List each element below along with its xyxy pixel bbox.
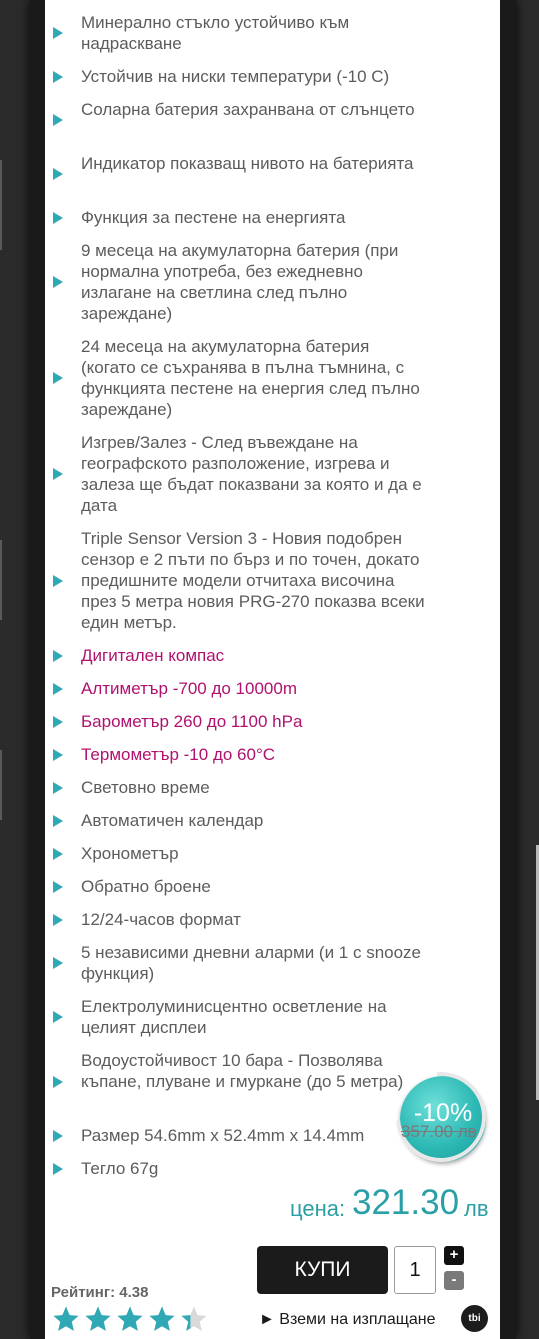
bullet-arrow-icon	[53, 715, 63, 728]
feature-text: Електролуминисцентно осветление на целия…	[81, 997, 387, 1037]
feature-text: 9 месеца на акумулаторна батерия (при но…	[81, 241, 399, 323]
feature-item: Изгрев/Залез - След въвеждане на географ…	[45, 432, 445, 516]
feature-text: 12/24-часов формат	[81, 910, 241, 929]
feature-item: Тегло 67g	[45, 1158, 445, 1179]
quantity-input[interactable]: 1	[394, 1246, 436, 1294]
feature-text: Обратно броене	[81, 877, 211, 896]
star-icon	[149, 1306, 175, 1331]
feature-text: Автоматичен календар	[81, 811, 264, 830]
star-icon	[85, 1306, 111, 1331]
quantity-plus-button[interactable]: +	[444, 1246, 464, 1265]
feature-text: Дигитален компас	[81, 646, 225, 665]
price-value: 321.30	[352, 1183, 460, 1222]
feature-item: Световно време	[45, 777, 445, 798]
price-currency: лв	[464, 1196, 489, 1221]
feature-text: Функция за пестене на енергията	[81, 208, 346, 227]
bullet-arrow-icon	[53, 682, 63, 695]
feature-item: Електролуминисцентно осветление на целия…	[45, 996, 445, 1038]
bullet-arrow-icon	[53, 574, 63, 587]
feature-text: Изгрев/Залез - След въвеждане на географ…	[81, 433, 422, 515]
star-icon	[53, 1306, 79, 1331]
tbi-logo[interactable]: tbi	[461, 1305, 488, 1332]
feature-text: Термометър -10 до 60°C	[81, 745, 276, 764]
star-icon	[117, 1306, 143, 1331]
bullet-arrow-icon	[53, 847, 63, 860]
feature-text: Triple Sensor Version 3 - Новия подобрен…	[81, 529, 425, 632]
feature-text: 24 месеца на акумулаторна батерия (когат…	[81, 337, 420, 419]
feature-item: Соларна батерия захранвана от слънцето	[45, 99, 445, 141]
bullet-arrow-icon	[53, 1011, 63, 1023]
feature-item: Функция за пестене на енергията	[45, 207, 445, 228]
feature-item: Минерално стъкло устойчиво към надрасква…	[45, 12, 445, 54]
feature-item: Хронометър	[45, 843, 445, 864]
feature-text: Размер 54.6mm x 52.4mm x 14.4mm	[81, 1126, 365, 1145]
feature-item: Обратно броене	[45, 876, 445, 897]
bullet-arrow-icon	[53, 880, 63, 893]
feature-item: Термометър -10 до 60°C	[45, 744, 445, 765]
feature-item: 5 независими дневни аларми (и 1 с snooze…	[45, 942, 445, 984]
price-label: цена:	[290, 1196, 346, 1221]
feature-text: Барометър 260 до 1100 hPa	[81, 712, 303, 731]
bullet-arrow-icon	[53, 1075, 63, 1088]
discount-badge: -10%	[377, 1053, 505, 1181]
feature-text: Соларна батерия захранвана от слънцето	[81, 100, 415, 119]
feature-item: Водоустойчивост 10 бара - Позволява къпа…	[45, 1050, 445, 1113]
bullet-arrow-icon	[53, 814, 63, 827]
feature-item: Алтиметър -700 до 10000m	[45, 678, 445, 699]
bullet-arrow-icon	[53, 70, 63, 83]
feature-item: 9 месеца на акумулаторна батерия (при но…	[45, 240, 445, 324]
feature-item: Барометър 260 до 1100 hPa	[45, 711, 445, 732]
bullet-arrow-icon	[53, 649, 63, 662]
feature-text: Минерално стъкло устойчиво към надрасква…	[81, 13, 350, 53]
feature-text: Алтиметър -700 до 10000m	[81, 679, 297, 698]
feature-item: 12/24-часов формат	[45, 909, 445, 930]
bullet-arrow-icon	[53, 1162, 63, 1175]
feature-item: 24 месеца на акумулаторна батерия (когат…	[45, 336, 445, 420]
left-edge-line	[0, 540, 2, 620]
bullet-arrow-icon	[53, 748, 63, 761]
feature-item: Автоматичен календар	[45, 810, 445, 831]
quantity-minus-button[interactable]: -	[444, 1271, 464, 1290]
feature-item: Индикатор показващ нивото на батерията	[45, 153, 445, 195]
left-edge-line	[0, 750, 2, 820]
bullet-arrow-icon	[53, 913, 63, 926]
feature-item: Устойчив на ниски температури (-10 C)	[45, 66, 445, 87]
bullet-arrow-icon	[53, 168, 63, 180]
feature-text: Световно време	[81, 778, 210, 797]
feature-text: Тегло 67g	[81, 1159, 159, 1178]
feature-text: 5 независими дневни аларми (и 1 с snooze…	[81, 943, 422, 983]
left-edge-line	[0, 160, 2, 250]
bullet-arrow-icon	[53, 1129, 63, 1142]
star-icon	[181, 1306, 207, 1331]
bullet-arrow-icon	[53, 276, 63, 288]
feature-item: Размер 54.6mm x 52.4mm x 14.4mm	[45, 1125, 445, 1146]
product-details: Минерално стъкло устойчиво към надрасква…	[45, 0, 505, 1339]
bullet-arrow-icon	[53, 781, 63, 794]
rating-label: Рейтинг: 4.38	[51, 1284, 149, 1301]
old-price: 357.00 лв	[401, 1122, 477, 1141]
bullet-arrow-icon	[53, 957, 63, 969]
feature-item: Дигитален компас	[45, 645, 445, 666]
feature-text: Хронометър	[81, 844, 179, 863]
bullet-arrow-icon	[53, 27, 63, 39]
bullet-arrow-icon	[53, 211, 63, 224]
bullet-arrow-icon	[53, 114, 63, 126]
feature-text: Индикатор показващ нивото на батерията	[81, 154, 414, 173]
bullet-arrow-icon	[53, 468, 63, 480]
installment-link[interactable]: ► Вземи на изплащане	[259, 1311, 436, 1329]
buy-button[interactable]: КУПИ	[257, 1246, 388, 1294]
bullet-arrow-icon	[53, 372, 63, 384]
feature-text: Устойчив на ниски температури (-10 C)	[81, 67, 390, 86]
feature-item: Triple Sensor Version 3 - Новия подобрен…	[45, 528, 445, 633]
feature-text: Водоустойчивост 10 бара - Позволява къпа…	[81, 1051, 404, 1091]
